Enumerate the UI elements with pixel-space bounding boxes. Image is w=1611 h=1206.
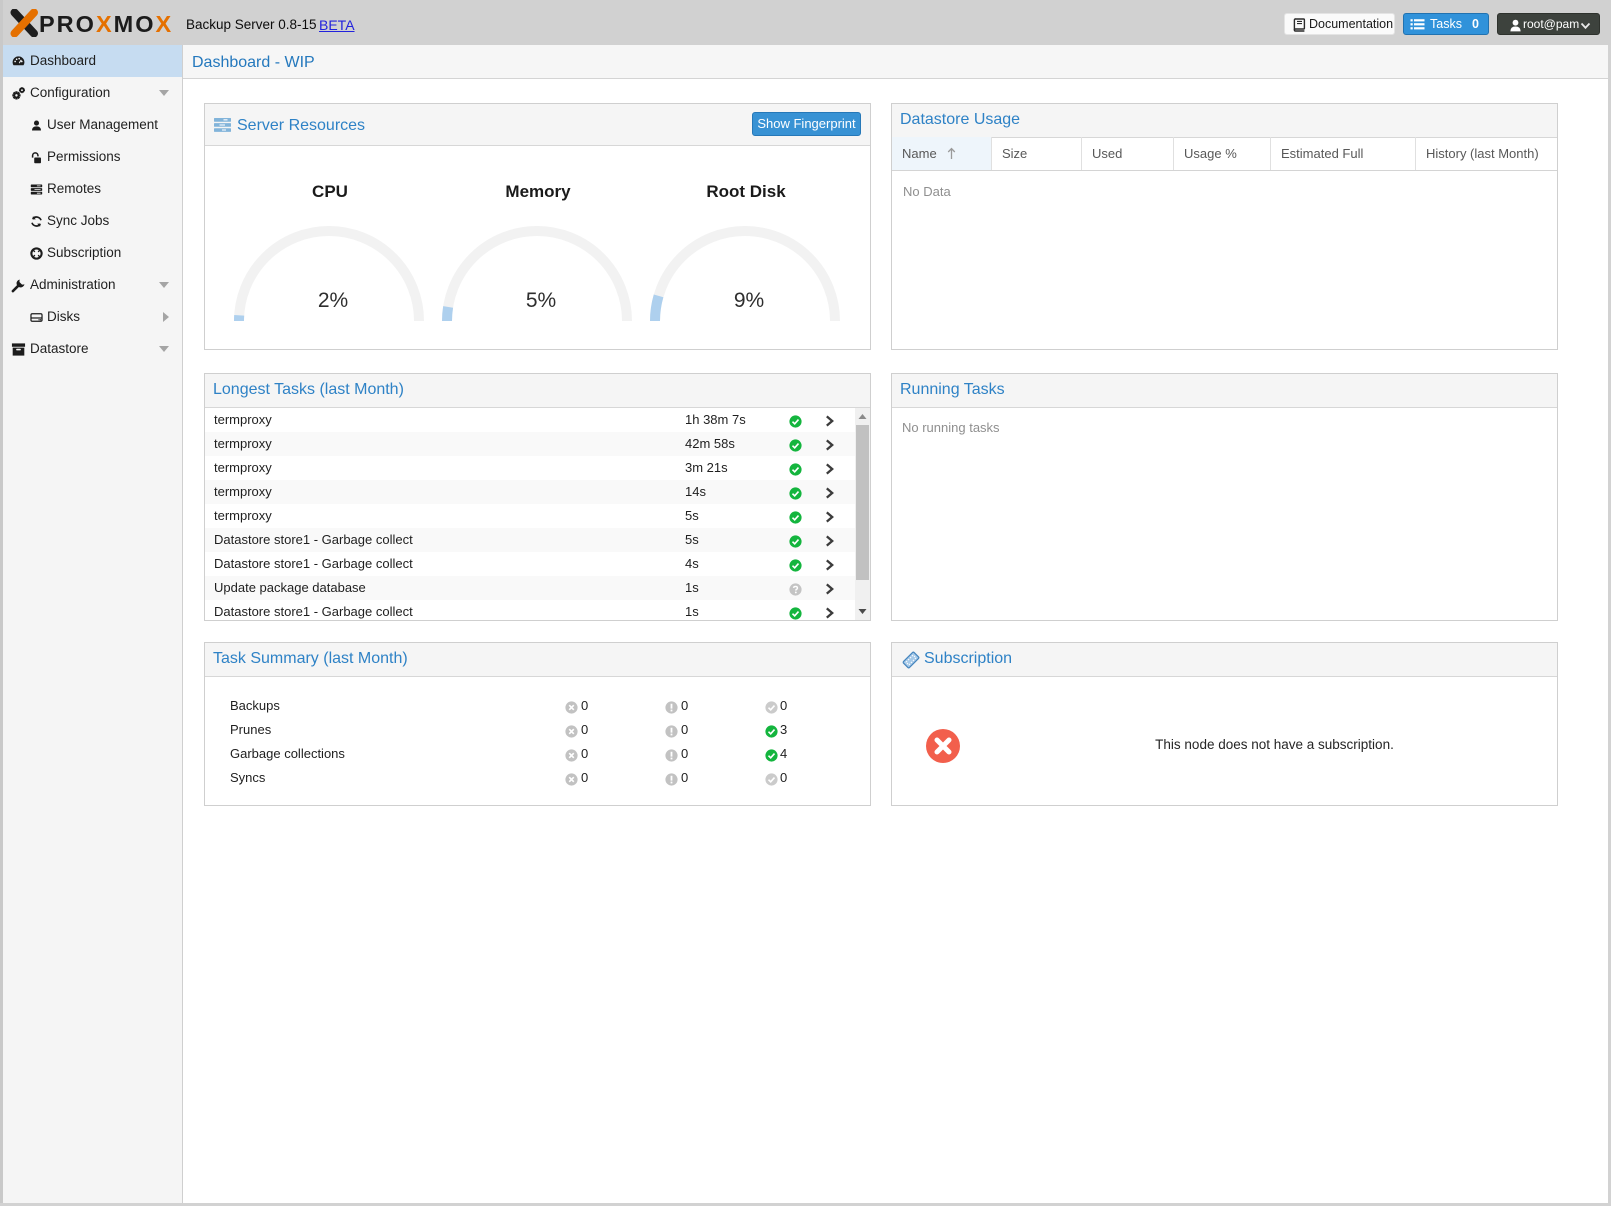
svg-text:PROXMOX: PROXMOX	[39, 11, 173, 37]
